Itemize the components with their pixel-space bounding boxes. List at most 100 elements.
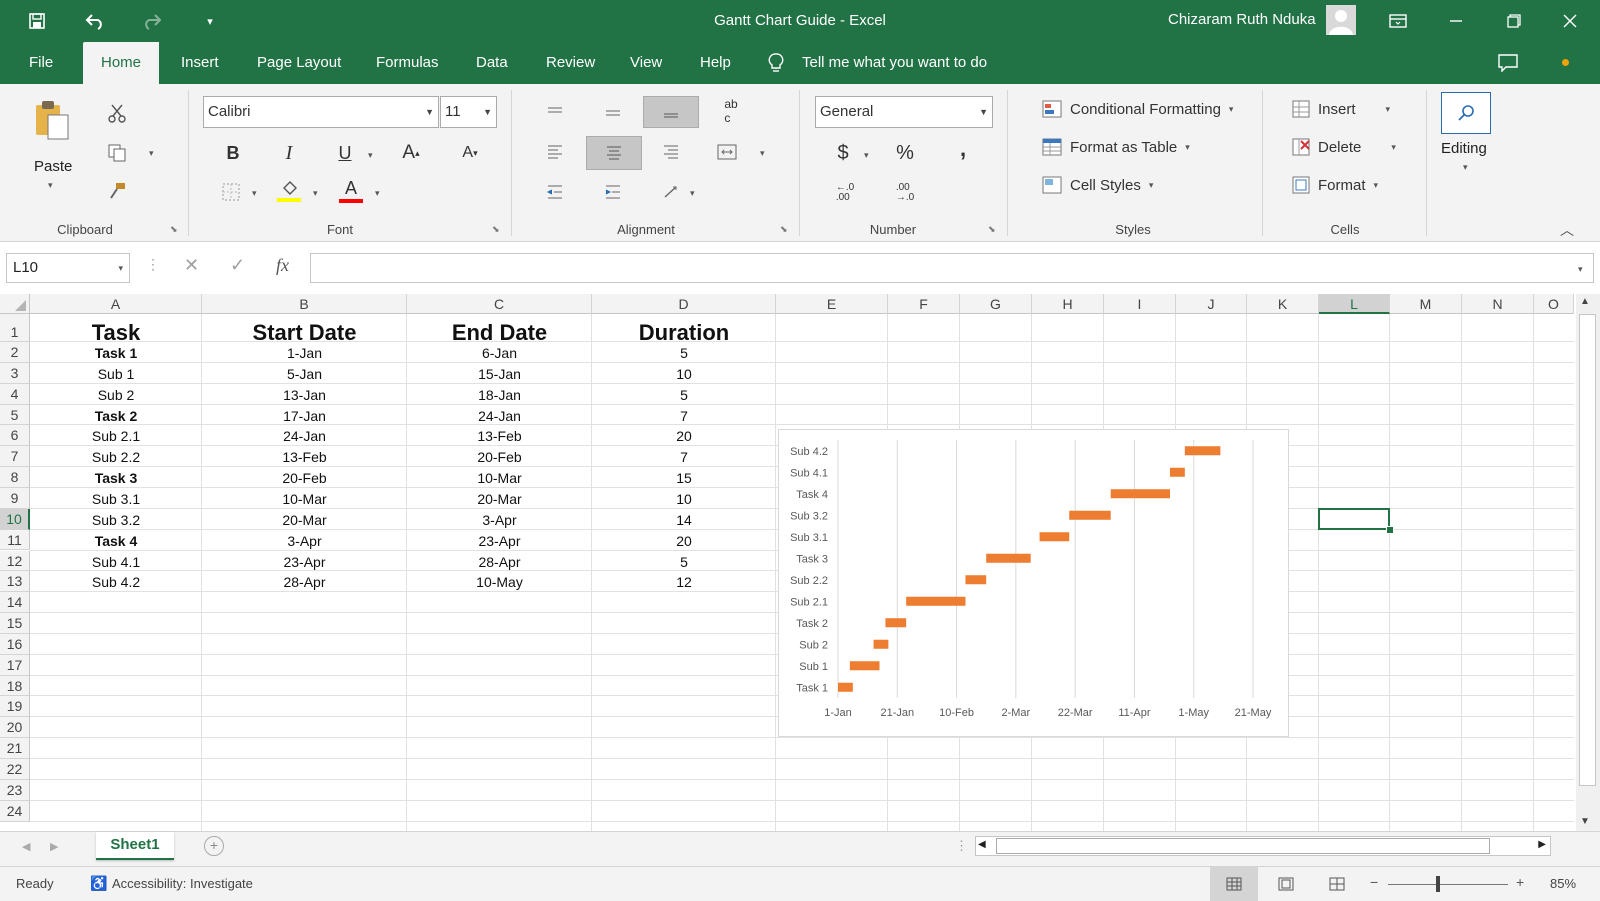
- font-size-combo[interactable]: 11 ▼: [440, 96, 497, 128]
- prev-sheet-icon[interactable]: ◀: [22, 840, 30, 853]
- tab-file[interactable]: File: [29, 42, 53, 84]
- copy-icon[interactable]: [104, 140, 130, 166]
- merge-dropdown-icon[interactable]: ▾: [760, 148, 765, 159]
- select-all-corner[interactable]: [0, 294, 30, 314]
- table-cell-d9[interactable]: 10: [592, 488, 776, 509]
- table-cell-a12[interactable]: Sub 4.1: [30, 551, 202, 572]
- name-box[interactable]: L10 ▾: [6, 253, 130, 283]
- tab-data[interactable]: Data: [476, 42, 508, 84]
- insert-function-icon[interactable]: fx: [276, 255, 289, 276]
- paste-dropdown-icon[interactable]: ▾: [48, 180, 53, 191]
- column-header-l[interactable]: L: [1319, 294, 1390, 314]
- column-header-g[interactable]: G: [960, 294, 1032, 314]
- alignment-launcher-icon[interactable]: ⬊: [780, 224, 788, 235]
- bold-button[interactable]: B: [220, 140, 246, 166]
- currency-dropdown-icon[interactable]: ▾: [864, 150, 869, 161]
- table-cell-b8[interactable]: 20-Feb: [202, 467, 407, 488]
- new-sheet-icon[interactable]: +: [204, 836, 224, 856]
- tab-view[interactable]: View: [630, 42, 662, 84]
- tab-review[interactable]: Review: [546, 42, 595, 84]
- table-cell-d13[interactable]: 12: [592, 571, 776, 592]
- font-launcher-icon[interactable]: ⬊: [492, 224, 500, 235]
- column-header-b[interactable]: B: [202, 294, 407, 314]
- avatar[interactable]: [1326, 5, 1356, 35]
- table-cell-b12[interactable]: 23-Apr: [202, 551, 407, 572]
- row-header-9[interactable]: 9: [0, 487, 30, 509]
- increase-decimal-icon[interactable]: ←.0.00: [832, 180, 858, 206]
- increase-font-button[interactable]: A ▴: [396, 140, 426, 166]
- percent-button[interactable]: %: [892, 140, 918, 166]
- clipboard-launcher-icon[interactable]: ⬊: [170, 224, 178, 235]
- table-cell-a10[interactable]: Sub 3.2: [30, 509, 202, 530]
- table-cell-d6[interactable]: 20: [592, 425, 776, 446]
- row-header-19[interactable]: 19: [0, 696, 30, 718]
- table-cell-d7[interactable]: 7: [592, 446, 776, 467]
- tab-split-icon[interactable]: ⋮: [955, 838, 968, 854]
- table-cell-d4[interactable]: 5: [592, 384, 776, 405]
- borders-dropdown-icon[interactable]: ▾: [252, 188, 257, 199]
- table-cell-a13[interactable]: Sub 4.2: [30, 571, 202, 592]
- row-header-8[interactable]: 8: [0, 467, 30, 488]
- fill-color-dropdown-icon[interactable]: ▾: [313, 188, 318, 199]
- table-cell-c6[interactable]: 13-Feb: [407, 425, 592, 446]
- row-header-3[interactable]: 3: [0, 362, 30, 384]
- ribbon-display-icon[interactable]: [1378, 6, 1418, 36]
- table-cell-d3[interactable]: 10: [592, 363, 776, 384]
- gantt-chart[interactable]: 1-Jan 21-Jan 10-Feb 2-Mar 22-Mar 11-Apr 1-May 2…: [778, 429, 1289, 737]
- table-cell-c3[interactable]: 15-Jan: [407, 363, 592, 384]
- user-name[interactable]: Chizaram Ruth Nduka: [1168, 11, 1316, 28]
- orientation-icon[interactable]: [658, 180, 684, 204]
- insert-cells-button[interactable]: Insert ▾: [1292, 100, 1390, 118]
- table-cell-a4[interactable]: Sub 2: [30, 384, 202, 405]
- table-cell-c8[interactable]: 10-Mar: [407, 467, 592, 488]
- number-launcher-icon[interactable]: ⬊: [988, 224, 996, 235]
- row-header-18[interactable]: 18: [0, 675, 30, 697]
- table-cell-c2[interactable]: 6-Jan: [407, 342, 592, 363]
- borders-icon[interactable]: [218, 180, 244, 204]
- fill-color-button[interactable]: [276, 176, 302, 206]
- restore-icon[interactable]: [1494, 6, 1534, 36]
- column-header-n[interactable]: N: [1462, 294, 1534, 314]
- table-header-d[interactable]: Duration: [592, 314, 776, 345]
- decrease-decimal-icon[interactable]: .00 →.0: [892, 180, 918, 206]
- font-color-dropdown-icon[interactable]: ▾: [375, 188, 380, 199]
- editing-label[interactable]: Editing: [1441, 140, 1487, 157]
- row-header-4[interactable]: 4: [0, 383, 30, 405]
- column-header-m[interactable]: M: [1390, 294, 1462, 314]
- table-cell-a7[interactable]: Sub 2.2: [30, 446, 202, 467]
- align-top-icon[interactable]: [542, 100, 568, 124]
- align-middle-icon[interactable]: [600, 100, 626, 124]
- align-center-icon[interactable]: [586, 136, 642, 170]
- cell-styles-button[interactable]: Cell Styles ▾: [1042, 176, 1153, 194]
- row-header-21[interactable]: 21: [0, 738, 30, 759]
- row-header-11[interactable]: 11: [0, 529, 30, 551]
- table-cell-a8[interactable]: Task 3: [30, 467, 202, 488]
- table-cell-b3[interactable]: 5-Jan: [202, 363, 407, 384]
- formula-input[interactable]: [310, 253, 1594, 283]
- format-cells-button[interactable]: Format ▾: [1292, 176, 1378, 194]
- table-cell-a6[interactable]: Sub 2.1: [30, 425, 202, 446]
- vertical-scroll-thumb[interactable]: [1579, 314, 1596, 786]
- table-cell-a2[interactable]: Task 1: [30, 342, 202, 363]
- row-header-10[interactable]: 10: [0, 508, 30, 530]
- row-header-17[interactable]: 17: [0, 654, 30, 676]
- fill-handle[interactable]: [1386, 525, 1394, 534]
- table-cell-c13[interactable]: 10-May: [407, 571, 592, 592]
- collapse-ribbon-icon[interactable]: ︿: [1560, 220, 1574, 240]
- column-header-i[interactable]: I: [1104, 294, 1176, 314]
- align-bottom-icon[interactable]: [643, 96, 699, 128]
- selected-cell-l10[interactable]: [1318, 507, 1390, 530]
- table-cell-d8[interactable]: 15: [592, 467, 776, 488]
- table-cell-a9[interactable]: Sub 3.1: [30, 488, 202, 509]
- table-cell-b11[interactable]: 3-Apr: [202, 530, 407, 551]
- paste-icon[interactable]: [30, 98, 74, 142]
- row-header-14[interactable]: 14: [0, 592, 30, 614]
- next-sheet-icon[interactable]: ▶: [50, 840, 58, 853]
- font-color-button[interactable]: A: [338, 176, 364, 206]
- tab-insert[interactable]: Insert: [181, 42, 219, 84]
- cancel-entry-icon[interactable]: ✕: [184, 255, 199, 276]
- scroll-left-icon[interactable]: ◀: [978, 839, 986, 850]
- zoom-slider-track[interactable]: [1388, 884, 1508, 885]
- row-header-23[interactable]: 23: [0, 779, 30, 801]
- decrease-font-button[interactable]: A ▾: [455, 140, 485, 166]
